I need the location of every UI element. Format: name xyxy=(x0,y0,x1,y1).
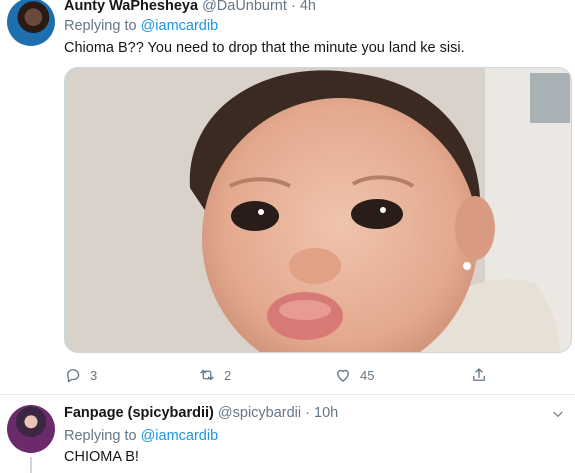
tweet-text: Chioma B?? You need to drop that the min… xyxy=(64,40,465,56)
replying-to-line: Replying to @iamcardib xyxy=(64,428,218,444)
share-button[interactable] xyxy=(470,366,488,384)
tweet-time[interactable]: 10h xyxy=(314,405,338,421)
replying-prefix: Replying to xyxy=(64,428,137,444)
retweet-button[interactable]: 2 xyxy=(198,366,231,384)
tweet-header: Fanpage (spicybardii) @spicybardii · 10h xyxy=(64,405,338,421)
share-icon xyxy=(473,368,485,381)
avatar[interactable] xyxy=(7,405,55,453)
tweet-header: Aunty WaPhesheya @DaUnburnt · 4h xyxy=(64,0,316,14)
mention-link[interactable]: @iamcardib xyxy=(141,428,219,444)
reply-count: 3 xyxy=(90,367,98,383)
reply-button[interactable]: 3 xyxy=(64,366,97,384)
retweet-icon xyxy=(200,369,214,381)
separator-dot: · xyxy=(305,405,311,421)
replying-to-line: Replying to @iamcardib xyxy=(64,18,218,34)
like-count: 45 xyxy=(360,367,375,383)
mention-link[interactable]: @iamcardib xyxy=(141,18,219,34)
tweet[interactable]: Aunty WaPhesheya @DaUnburnt · 4h Replyin… xyxy=(0,0,575,394)
replying-prefix: Replying to xyxy=(64,18,137,34)
reply-icon xyxy=(67,369,80,383)
baby-photo-image xyxy=(65,68,571,352)
retweet-count: 2 xyxy=(224,367,232,383)
author-name[interactable]: Aunty WaPhesheya xyxy=(64,0,198,14)
thread-line xyxy=(30,457,32,473)
heart-icon xyxy=(337,369,349,382)
avatar[interactable] xyxy=(7,0,55,46)
tweet-photo[interactable] xyxy=(64,67,572,353)
tweet-time[interactable]: 4h xyxy=(300,0,316,14)
author-name[interactable]: Fanpage (spicybardii) xyxy=(64,405,214,421)
author-handle[interactable]: @DaUnburnt xyxy=(202,0,287,14)
chevron-down-icon[interactable] xyxy=(551,407,565,421)
like-button[interactable]: 45 xyxy=(334,366,374,384)
tweet-text: CHIOMA B! xyxy=(64,449,139,465)
separator-dot: · xyxy=(290,0,296,14)
tweet[interactable]: Fanpage (spicybardii) @spicybardii · 10h… xyxy=(0,395,575,473)
author-handle[interactable]: @spicybardii xyxy=(218,405,301,421)
tweet-actions: 3 2 45 xyxy=(64,366,544,386)
